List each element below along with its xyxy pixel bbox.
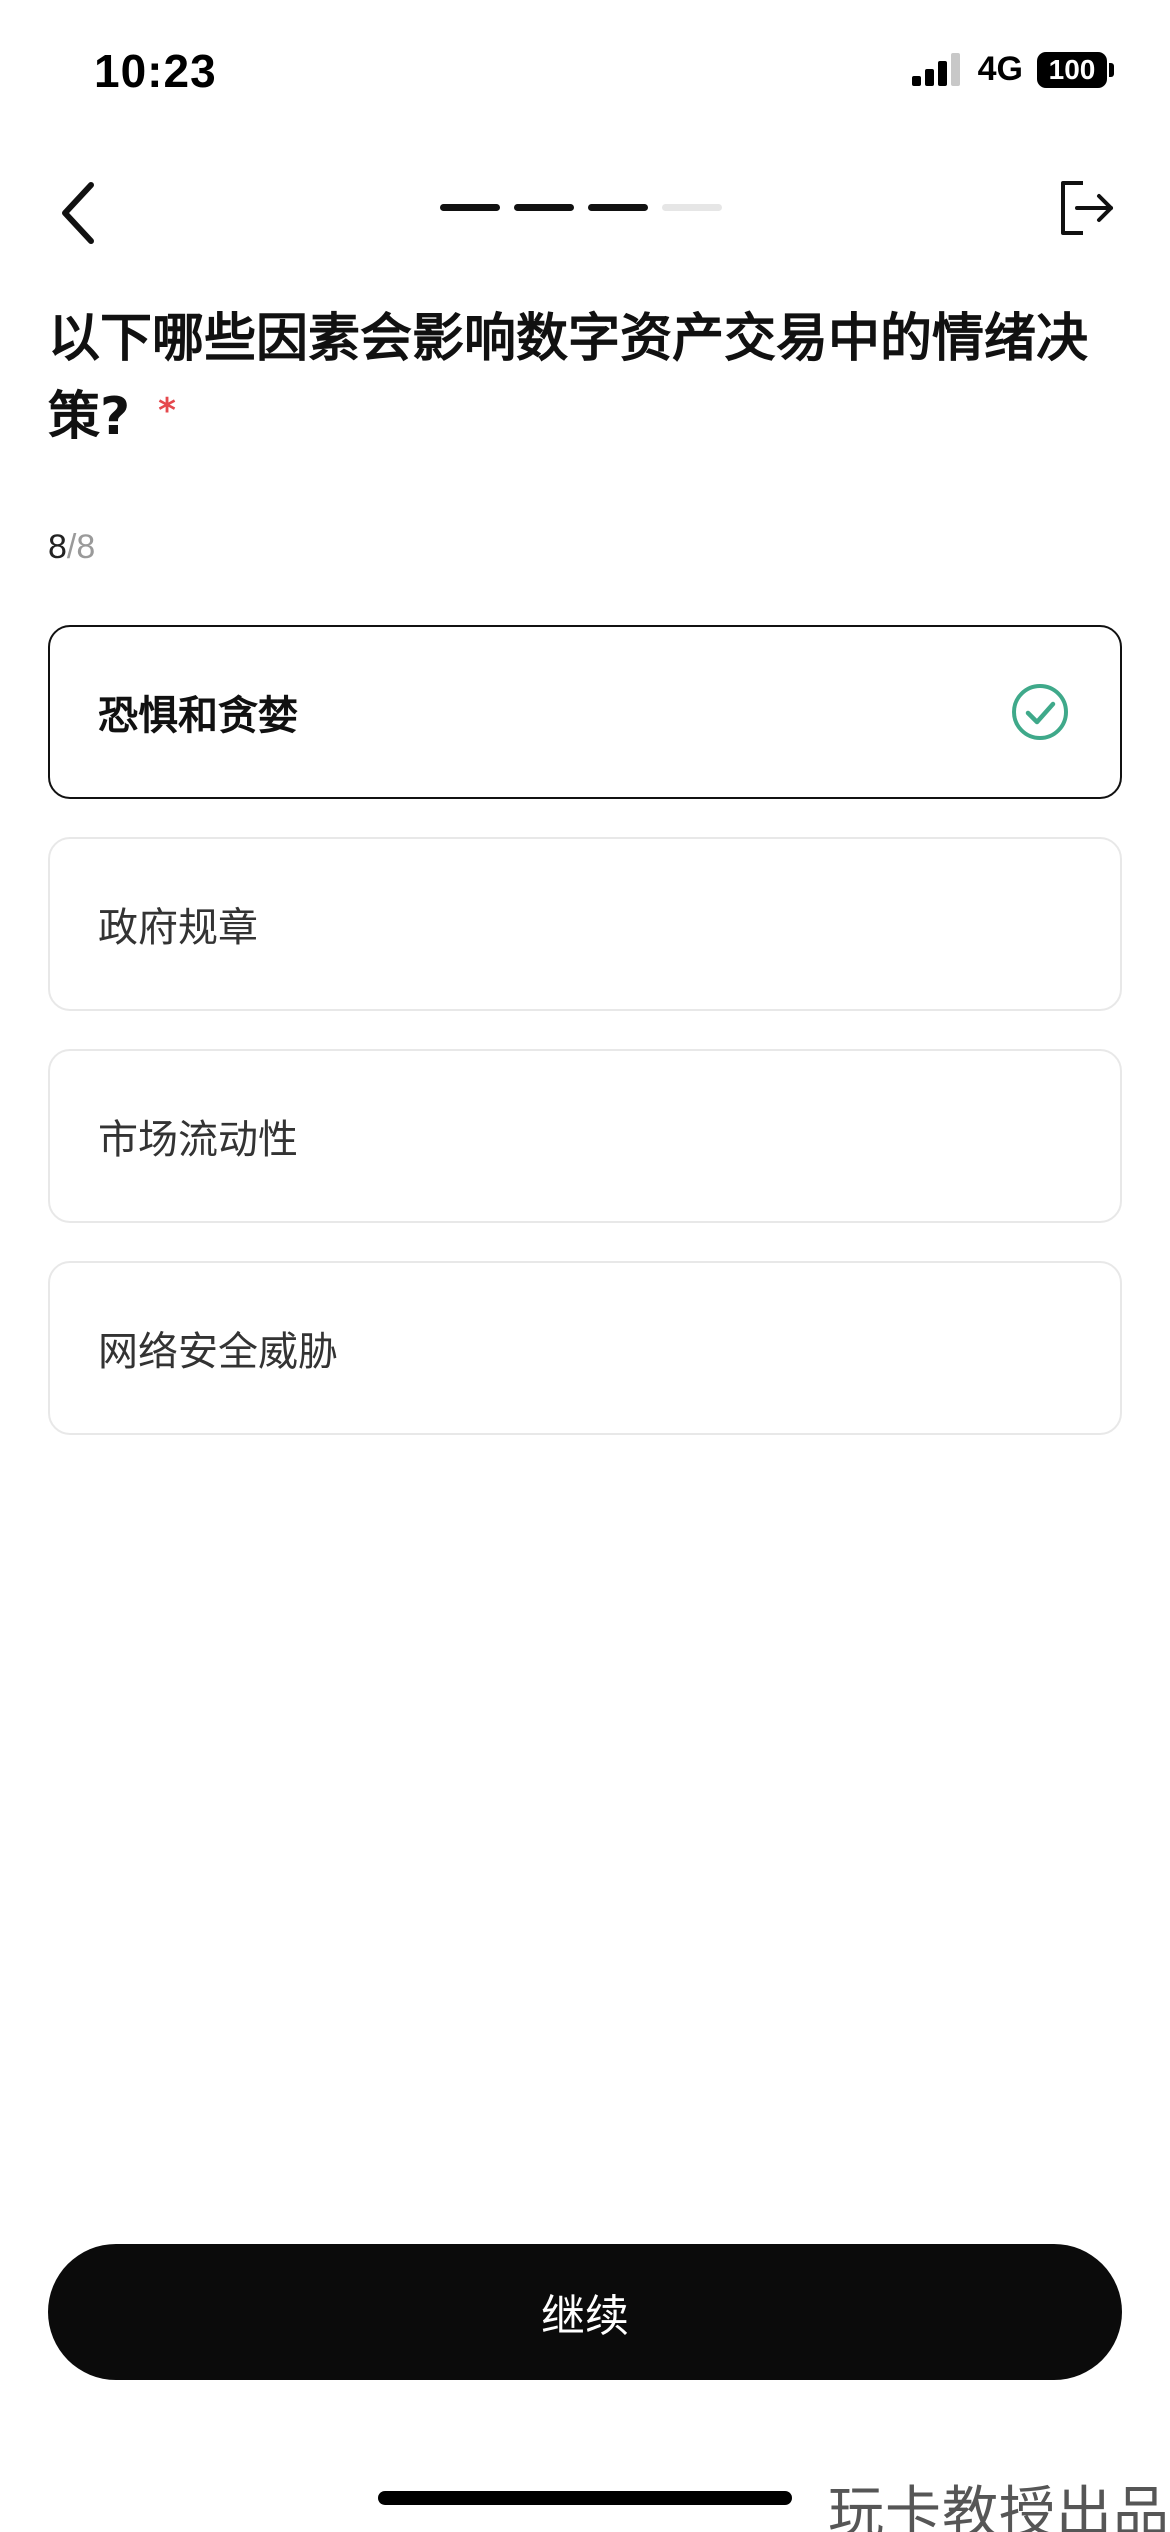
home-indicator — [378, 2491, 792, 2505]
back-button[interactable] — [44, 168, 114, 258]
status-indicators: 4G 100 — [910, 50, 1114, 89]
continue-button[interactable]: 继续 — [48, 2244, 1122, 2380]
progress-step — [588, 204, 648, 211]
battery-icon: 100 — [1037, 51, 1114, 88]
progress-step — [440, 204, 500, 211]
cellular-signal-icon — [911, 52, 960, 86]
progress-step — [662, 204, 722, 211]
option-government-regulation[interactable]: 政府规章 — [48, 837, 1122, 1011]
option-label: 市场流动性 — [98, 1117, 298, 1163]
exit-button[interactable] — [1046, 168, 1126, 248]
progress-step — [514, 204, 574, 211]
step-progress — [440, 204, 722, 211]
battery-tip — [1109, 62, 1114, 77]
option-cybersecurity-threat[interactable]: 网络安全威胁 — [48, 1261, 1122, 1435]
option-label: 网络安全威胁 — [98, 1329, 338, 1375]
status-time: 10:23 — [94, 45, 217, 97]
answer-options: 恐惧和贪婪 政府规章 市场流动性 网络安全威胁 — [48, 625, 1122, 1473]
chevron-left-icon — [62, 182, 94, 244]
counter-total: 8 — [76, 528, 96, 566]
exit-icon — [1061, 181, 1113, 235]
check-circle-icon — [1012, 684, 1068, 740]
option-fear-and-greed[interactable]: 恐惧和贪婪 — [48, 625, 1122, 799]
watermark: 玩卡教授出品 — [828, 2481, 1170, 2532]
counter-current: 8 — [48, 528, 67, 566]
required-mark: * — [158, 391, 176, 431]
network-type: 4G — [977, 50, 1023, 88]
option-label: 恐惧和贪婪 — [98, 693, 298, 739]
survey-screen: 10:23 4G 100 以下哪些因素会影响数字资产交易中的情绪决策? * 8/… — [0, 0, 1170, 2532]
question-title: 以下哪些因素会影响数字资产交易中的情绪决策? * — [48, 300, 1108, 456]
battery-level: 100 — [1037, 51, 1107, 88]
counter-separator: / — [66, 528, 77, 566]
option-market-liquidity[interactable]: 市场流动性 — [48, 1049, 1122, 1223]
question-text: 以下哪些因素会影响数字资产交易中的情绪决策? — [48, 309, 1089, 447]
question-counter: 8/8 — [48, 528, 95, 567]
option-label: 政府规章 — [98, 905, 258, 951]
